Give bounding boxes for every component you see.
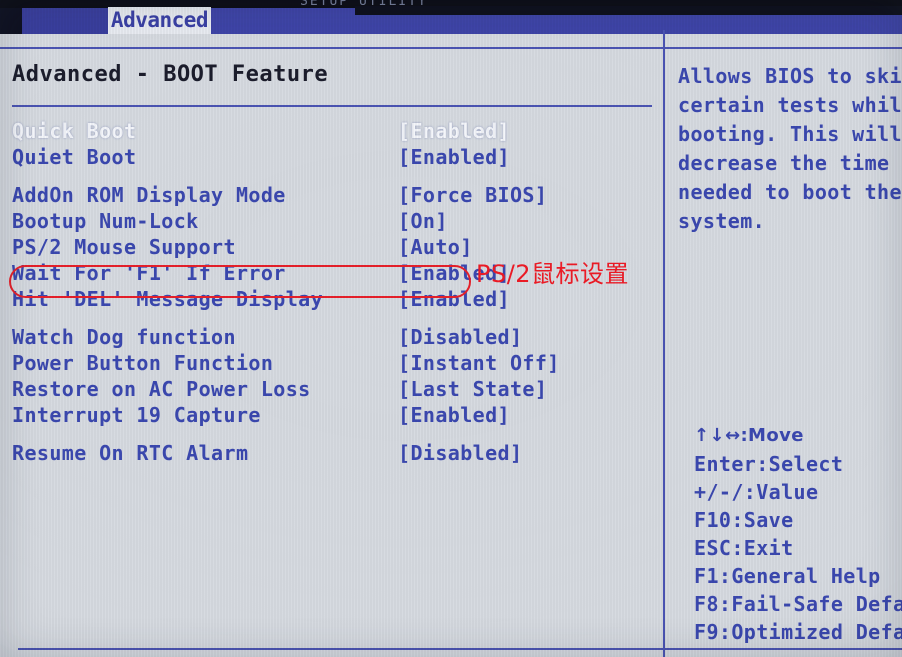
divider-top: [0, 47, 902, 49]
setting-row[interactable]: Resume On RTC Alarm [Disabled]: [12, 440, 652, 466]
setting-label: Interrupt 19 Capture: [12, 403, 261, 427]
help-text-line: needed to boot the: [678, 180, 902, 204]
setting-value[interactable]: [Force BIOS]: [398, 182, 547, 208]
setting-label: Restore on AC Power Loss: [12, 377, 311, 401]
setting-label: AddOn ROM Display Mode: [12, 183, 286, 207]
setting-row[interactable]: Quiet Boot [Enabled]: [12, 144, 652, 182]
divider-under-title: [12, 105, 652, 107]
page-title: Advanced - BOOT Feature: [12, 62, 329, 87]
key-legend-panel: ↑↓↔:Move Enter:Select +/-/:Value F10:Save ES…: [694, 422, 902, 646]
help-text-line: booting. This will: [678, 122, 902, 146]
setting-row[interactable]: Watch Dog function [Disabled]: [12, 324, 652, 350]
bios-setup-screen: SETUP UTILITY Advanced Advanced - BOOT F…: [0, 0, 902, 657]
key-legend-line: +/-/:Value: [694, 480, 819, 504]
setting-value[interactable]: [Disabled]: [398, 440, 522, 466]
setting-row[interactable]: PS/2 Mouse Support [Auto]: [12, 234, 652, 260]
setting-label: Bootup Num-Lock: [12, 209, 199, 233]
setting-label: Watch Dog function: [12, 325, 236, 349]
divider-bottom: [18, 648, 902, 650]
setting-label: Quick Boot: [12, 119, 137, 143]
setting-row[interactable]: Bootup Num-Lock [On]: [12, 208, 652, 234]
key-legend-line: F10:Save: [694, 508, 794, 532]
setting-value[interactable]: [Enabled]: [398, 144, 510, 170]
key-legend-line: Enter:Select: [694, 452, 844, 476]
setting-value[interactable]: [Disabled]: [398, 324, 522, 350]
setting-value[interactable]: [Last State]: [398, 376, 547, 402]
key-legend-line: F1:General Help: [694, 564, 881, 588]
key-legend-line: ↑↓↔:Move: [694, 425, 804, 446]
setting-row[interactable]: Quick Boot [Enabled]: [12, 118, 652, 144]
setting-label: PS/2 Mouse Support: [12, 235, 236, 259]
help-text-line: system.: [678, 209, 766, 233]
setting-value[interactable]: [Enabled]: [398, 402, 510, 428]
key-legend-line: F8:Fail-Safe Defaults: [694, 592, 902, 616]
help-text-line: decrease the time: [678, 151, 890, 175]
setting-row[interactable]: Power Button Function [Instant Off]: [12, 350, 652, 376]
menu-bar-top-shadow: [355, 6, 902, 15]
help-text-line: Allows BIOS to skip: [678, 64, 902, 88]
setting-row[interactable]: Restore on AC Power Loss [Last State]: [12, 376, 652, 402]
setting-value[interactable]: [Auto]: [398, 234, 473, 260]
setting-row[interactable]: AddOn ROM Display Mode [Force BIOS]: [12, 182, 652, 208]
help-panel: Allows BIOS to skip certain tests while bo…: [678, 62, 902, 236]
setting-label: Resume On RTC Alarm: [12, 441, 249, 465]
setting-label: Power Button Function: [12, 351, 274, 375]
setting-value[interactable]: [Enabled]: [398, 118, 510, 144]
annotation-label: PS/2鼠标设置: [476, 260, 630, 288]
setting-label: Quiet Boot: [12, 145, 137, 169]
setting-row[interactable]: Interrupt 19 Capture [Enabled]: [12, 402, 652, 440]
tab-advanced[interactable]: Advanced: [108, 7, 211, 34]
divider-vertical: [663, 30, 665, 657]
help-text-line: certain tests while: [678, 93, 902, 117]
setting-value[interactable]: [Instant Off]: [398, 350, 560, 376]
setting-value[interactable]: [On]: [398, 208, 448, 234]
annotation-highlight-box: [9, 265, 471, 298]
key-legend-line: ESC:Exit: [694, 536, 794, 560]
key-legend-line: F9:Optimized Defaults: [694, 620, 902, 644]
menu-bar-left-shadow: [0, 8, 22, 34]
